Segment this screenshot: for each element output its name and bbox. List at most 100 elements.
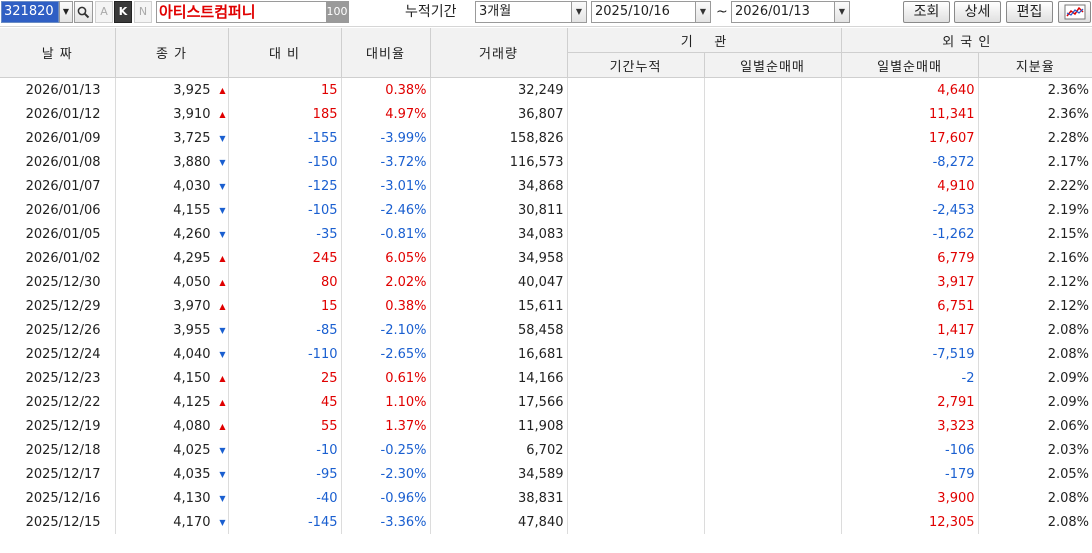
down-triangle-icon: ▼ (219, 518, 226, 527)
cell-date: 2026/01/12 (0, 102, 116, 126)
header-inst-daily[interactable]: 일별순매매 (704, 52, 842, 78)
cell-inst-cumulative (567, 246, 705, 270)
header-rate[interactable]: 대비율 (341, 28, 431, 78)
table-row[interactable]: 2026/01/07 4,030 ▼ -125 -3.01% 34,868 4,910 2.2… (0, 174, 1092, 198)
cell-foreign-daily: 3,900 (841, 486, 979, 510)
cell-change: -125 (228, 174, 342, 198)
cell-inst-cumulative (567, 294, 705, 318)
cell-inst-cumulative (567, 486, 705, 510)
magnifier-icon[interactable] (74, 1, 93, 23)
cell-volume: 38,831 (430, 486, 568, 510)
cell-date: 2025/12/17 (0, 462, 116, 486)
up-triangle-icon: ▲ (219, 254, 226, 263)
date-from-input[interactable]: 2025/10/16 ▼ (591, 1, 711, 23)
up-triangle-icon: ▲ (219, 422, 226, 431)
cell-foreign-daily: 1,417 (841, 318, 979, 342)
header-close[interactable]: 종 가 (115, 28, 229, 78)
table-row[interactable]: 2025/12/23 4,150 ▲ 25 0.61% 14,166 -2 2.09% (0, 366, 1092, 390)
detail-button[interactable]: 상세 (954, 1, 1001, 23)
close-value: 3,970 (173, 298, 211, 314)
cell-change: -150 (228, 150, 342, 174)
edit-button[interactable]: 편집 (1006, 1, 1053, 23)
date-range-tilde: ~ (716, 4, 728, 20)
up-triangle-icon: ▲ (219, 302, 226, 311)
table-row[interactable]: 2026/01/13 3,925 ▲ 15 0.38% 32,249 4,640 2.36% (0, 77, 1092, 102)
cell-volume: 14,166 (430, 366, 568, 390)
table-row[interactable]: 2025/12/19 4,080 ▲ 55 1.37% 11,908 3,323 2.06% (0, 414, 1092, 438)
cell-inst-daily (704, 510, 842, 534)
table-row[interactable]: 2025/12/15 4,170 ▼ -145 -3.36% 47,840 12,305 2.… (0, 510, 1092, 534)
cell-foreign-share: 2.12% (1047, 274, 1090, 290)
cell-foreign-share: 2.03% (1047, 442, 1090, 458)
cell-inst-cumulative (567, 342, 705, 366)
table-row[interactable]: 2026/01/08 3,880 ▼ -150 -3.72% 116,573 -8,272 2… (0, 150, 1092, 174)
cell-date: 2025/12/19 (0, 414, 116, 438)
period-label: 누적기간 (405, 4, 457, 20)
down-triangle-icon: ▼ (219, 182, 226, 191)
cell-foreign-share: 2.19% (1047, 202, 1090, 218)
header-foreign-share[interactable]: 지분율 (978, 52, 1092, 78)
header-volume[interactable]: 거래량 (430, 28, 568, 78)
cell-change: 15 (228, 77, 342, 102)
close-value: 3,880 (173, 154, 211, 170)
stock-code-input[interactable]: 321820 (1, 1, 59, 23)
chevron-down-icon[interactable]: ▼ (695, 2, 710, 22)
date-to-input[interactable]: 2026/01/13 ▼ (731, 1, 850, 23)
up-triangle-icon: ▲ (219, 110, 226, 119)
table-row[interactable]: 2025/12/16 4,130 ▼ -40 -0.96% 38,831 3,900 2.08… (0, 486, 1092, 510)
header-foreign-daily[interactable]: 일별순매매 (841, 52, 979, 78)
company-tag: 100 (326, 2, 348, 22)
cell-rate: -0.81% (341, 222, 431, 246)
k-button[interactable]: K (114, 1, 132, 23)
table-row[interactable]: 2026/01/05 4,260 ▼ -35 -0.81% 34,083 -1,262 2.1… (0, 222, 1092, 246)
header-inst-cumulative[interactable]: 기간누적 (567, 52, 705, 78)
chevron-down-icon[interactable]: ▼ (571, 2, 586, 22)
cell-close: 4,025 ▼ (115, 438, 229, 462)
table-row[interactable]: 2025/12/30 4,050 ▲ 80 2.02% 40,047 3,917 2.12% (0, 270, 1092, 294)
cell-foreign-share: 2.36% (1047, 82, 1090, 98)
cell-inst-cumulative (567, 438, 705, 462)
cell-close: 4,030 ▼ (115, 174, 229, 198)
cell-close: 3,955 ▼ (115, 318, 229, 342)
cell-rate: -0.25% (341, 438, 431, 462)
cell-change: -40 (228, 486, 342, 510)
table-row[interactable]: 2025/12/24 4,040 ▼ -110 -2.65% 16,681 -7,519 2.… (0, 342, 1092, 366)
cell-date: 2026/01/13 (0, 77, 116, 102)
code-dropdown-chevron-down-icon[interactable]: ▼ (59, 1, 73, 23)
cell-foreign-daily: -7,519 (841, 342, 979, 366)
table-row[interactable]: 2025/12/29 3,970 ▲ 15 0.38% 15,611 6,751 2.12% (0, 294, 1092, 318)
a-button[interactable]: A (95, 1, 113, 23)
period-select[interactable]: 3개월 ▼ (475, 1, 587, 23)
cell-date: 2025/12/24 (0, 342, 116, 366)
table-row[interactable]: 2026/01/12 3,910 ▲ 185 4.97% 36,807 11,341 2.36… (0, 102, 1092, 126)
query-button[interactable]: 조회 (903, 1, 950, 23)
cell-date: 2025/12/15 (0, 510, 116, 534)
cell-rate: 0.38% (341, 294, 431, 318)
n-button[interactable]: N (134, 1, 152, 23)
cell-inst-daily (704, 77, 842, 102)
table-row[interactable]: 2025/12/17 4,035 ▼ -95 -2.30% 34,589 -179 2.05% (0, 462, 1092, 486)
cell-foreign-daily: 6,779 (841, 246, 979, 270)
chevron-down-icon[interactable]: ▼ (834, 2, 849, 22)
table-row[interactable]: 2025/12/18 4,025 ▼ -10 -0.25% 6,702 -106 2.03% (0, 438, 1092, 462)
chart-icon[interactable] (1058, 1, 1091, 23)
cell-foreign-share: 2.16% (1047, 250, 1090, 266)
close-value: 4,125 (173, 394, 211, 410)
cell-volume: 47,840 (430, 510, 568, 534)
cell-foreign-daily: -2,453 (841, 198, 979, 222)
table-row[interactable]: 2026/01/06 4,155 ▼ -105 -2.46% 30,811 -2,453 2.… (0, 198, 1092, 222)
cell-rate: -0.96% (341, 486, 431, 510)
cell-inst-cumulative (567, 174, 705, 198)
table-row[interactable]: 2025/12/22 4,125 ▲ 45 1.10% 17,566 2,791 2.09% (0, 390, 1092, 414)
table-row[interactable]: 2026/01/09 3,725 ▼ -155 -3.99% 158,826 17,607 2… (0, 126, 1092, 150)
header-change[interactable]: 대 비 (228, 28, 342, 78)
cell-inst-cumulative (567, 222, 705, 246)
cell-foreign-daily: 3,917 (841, 270, 979, 294)
header-date[interactable]: 날 짜 (0, 28, 116, 78)
cell-inst-daily (704, 318, 842, 342)
cell-date: 2026/01/02 (0, 246, 116, 270)
cell-foreign-daily: 4,640 (841, 77, 979, 102)
cell-inst-cumulative (567, 318, 705, 342)
table-row[interactable]: 2026/01/02 4,295 ▲ 245 6.05% 34,958 6,779 2.16% (0, 246, 1092, 270)
table-row[interactable]: 2025/12/26 3,955 ▼ -85 -2.10% 58,458 1,417 2.08… (0, 318, 1092, 342)
